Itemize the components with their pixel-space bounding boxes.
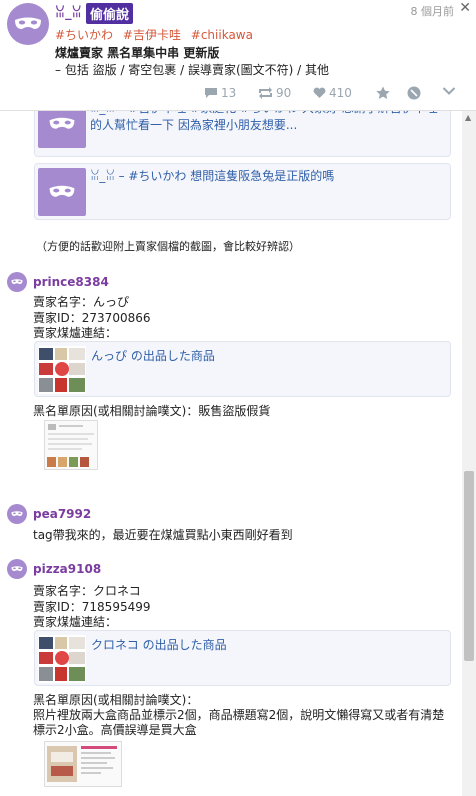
post-subtitle: – 包括 盜版 / 寄空包裹 / 誤導賣家(圖文不符) / 其他 <box>55 63 330 77</box>
comment-icon <box>205 88 217 98</box>
tag-link[interactable]: #chiikawa <box>191 28 253 42</box>
tag-link[interactable]: #ちいかわ <box>55 28 113 42</box>
shop-collage-image <box>39 348 85 392</box>
quoted-post-card[interactable]: ꈍ_ꈍ – #ちいかわ 想問這隻阪急兔是正版的嗎 <box>34 163 451 220</box>
star-icon <box>376 86 390 99</box>
comment-line: 賣家名字：んっぴ <box>33 295 130 309</box>
screenshot-image <box>45 742 121 786</box>
quoted-post-card[interactable]: ꈍ_ꈍ – #吉伊卡哇 #家庭化 #ちいかわ 大家好 想請了解吉伊卡哇的人幫忙看… <box>34 111 451 157</box>
mask-icon <box>15 17 41 29</box>
mask-icon <box>11 511 23 517</box>
like-button[interactable]: 410 <box>313 86 352 100</box>
screenshot-thumbnail[interactable] <box>44 420 98 470</box>
commenter-avatar[interactable] <box>7 559 27 579</box>
post-actions: 13 90 410 <box>0 86 476 104</box>
repost-button[interactable]: 90 <box>258 86 291 100</box>
favorite-button[interactable] <box>376 86 390 100</box>
mask-icon <box>49 185 75 197</box>
mask-icon <box>11 279 23 285</box>
quoted-post-text: ꈍ_ꈍ – #吉伊卡哇 #家庭化 #ちいかわ 大家好 想請了解吉伊卡哇的人幫忙看… <box>90 111 438 132</box>
shop-thumbnail <box>38 346 86 394</box>
quoted-post-thumbnail <box>38 168 86 216</box>
comment-line: tag帶我來的，最近要在煤爐買點小東西剛好看到 <box>33 528 293 542</box>
comment-line: 賣家名字：クロネコ <box>33 584 141 598</box>
mask-icon <box>11 566 23 572</box>
post-time: 8 個月前 <box>410 5 455 18</box>
heart-icon <box>313 87 326 98</box>
more-button[interactable] <box>442 86 456 96</box>
comment-line: 賣家煤爐連結： <box>33 326 118 340</box>
post-title: 煤爐賣家 黑名單集中串 更新版 <box>55 46 220 60</box>
repost-count: 90 <box>276 86 292 100</box>
shop-link-card[interactable]: クロネコ の出品した商品 <box>34 630 451 686</box>
scrollbar[interactable]: ▲ <box>462 111 476 796</box>
commenter-name[interactable]: pizza9108 <box>33 562 101 576</box>
quoted-post-thumbnail <box>38 111 86 148</box>
mute-button[interactable] <box>407 86 421 100</box>
mask-icon <box>49 117 75 129</box>
comment-count: 13 <box>221 86 237 100</box>
post-header: ꈍ_ꈍ 偷偷說 8 個月前 ✕ #ちいかわ #吉伊卡哇 #chiikawa 煤爐… <box>0 0 476 110</box>
quoted-post-text: ꈍ_ꈍ – #ちいかわ 想問這隻阪急兔是正版的嗎 <box>90 169 335 183</box>
comment-line: 賣家煤爐連結： <box>33 615 118 629</box>
blacklist-reason: 黑名單原因(或相關討論噗文)：販售盜版假貨 <box>33 404 271 418</box>
close-icon[interactable]: ✕ <box>459 0 471 16</box>
mute-icon <box>407 86 421 100</box>
shop-link-text: クロネコ の出品した商品 <box>91 638 227 652</box>
scroll-up-arrow-icon[interactable]: ▲ <box>465 113 471 122</box>
comment-button[interactable]: 13 <box>204 86 236 100</box>
anonymous-badge: 偷偷說 <box>86 3 134 24</box>
shop-collage-image <box>39 637 85 681</box>
shop-link-card[interactable]: んっぴ の出品した商品 <box>34 341 451 397</box>
blacklist-reason-detail: 標示2小盒。高價誤導是買大盒 <box>33 723 197 737</box>
shop-link-text: んっぴ の出品した商品 <box>91 349 215 363</box>
repost-icon <box>259 87 272 99</box>
commenter-name[interactable]: prince8384 <box>33 275 109 289</box>
commenter-name[interactable]: pea7992 <box>33 507 91 521</box>
post-tags: #ちいかわ #吉伊卡哇 #chiikawa <box>55 26 259 43</box>
chevron-down-icon <box>442 87 456 95</box>
screenshot-thumbnail[interactable] <box>44 741 122 787</box>
post-note: （方便的話歡迎附上賣家個檔的截圖，會比較好辨認） <box>36 240 300 253</box>
commenter-avatar[interactable] <box>7 504 27 524</box>
like-count: 410 <box>329 86 352 100</box>
author-avatar[interactable] <box>7 3 49 45</box>
shop-thumbnail <box>38 635 86 683</box>
tag-link[interactable]: #吉伊卡哇 <box>123 28 181 42</box>
scrollbar-thumb[interactable] <box>464 471 474 661</box>
commenter-avatar[interactable] <box>7 272 27 292</box>
comment-list[interactable]: ꈍ_ꈍ – #吉伊卡哇 #家庭化 #ちいかわ 大家好 想請了解吉伊卡哇的人幫忙看… <box>0 111 462 796</box>
screenshot-image <box>45 421 97 469</box>
post-author[interactable]: ꈍ_ꈍ <box>55 4 82 21</box>
